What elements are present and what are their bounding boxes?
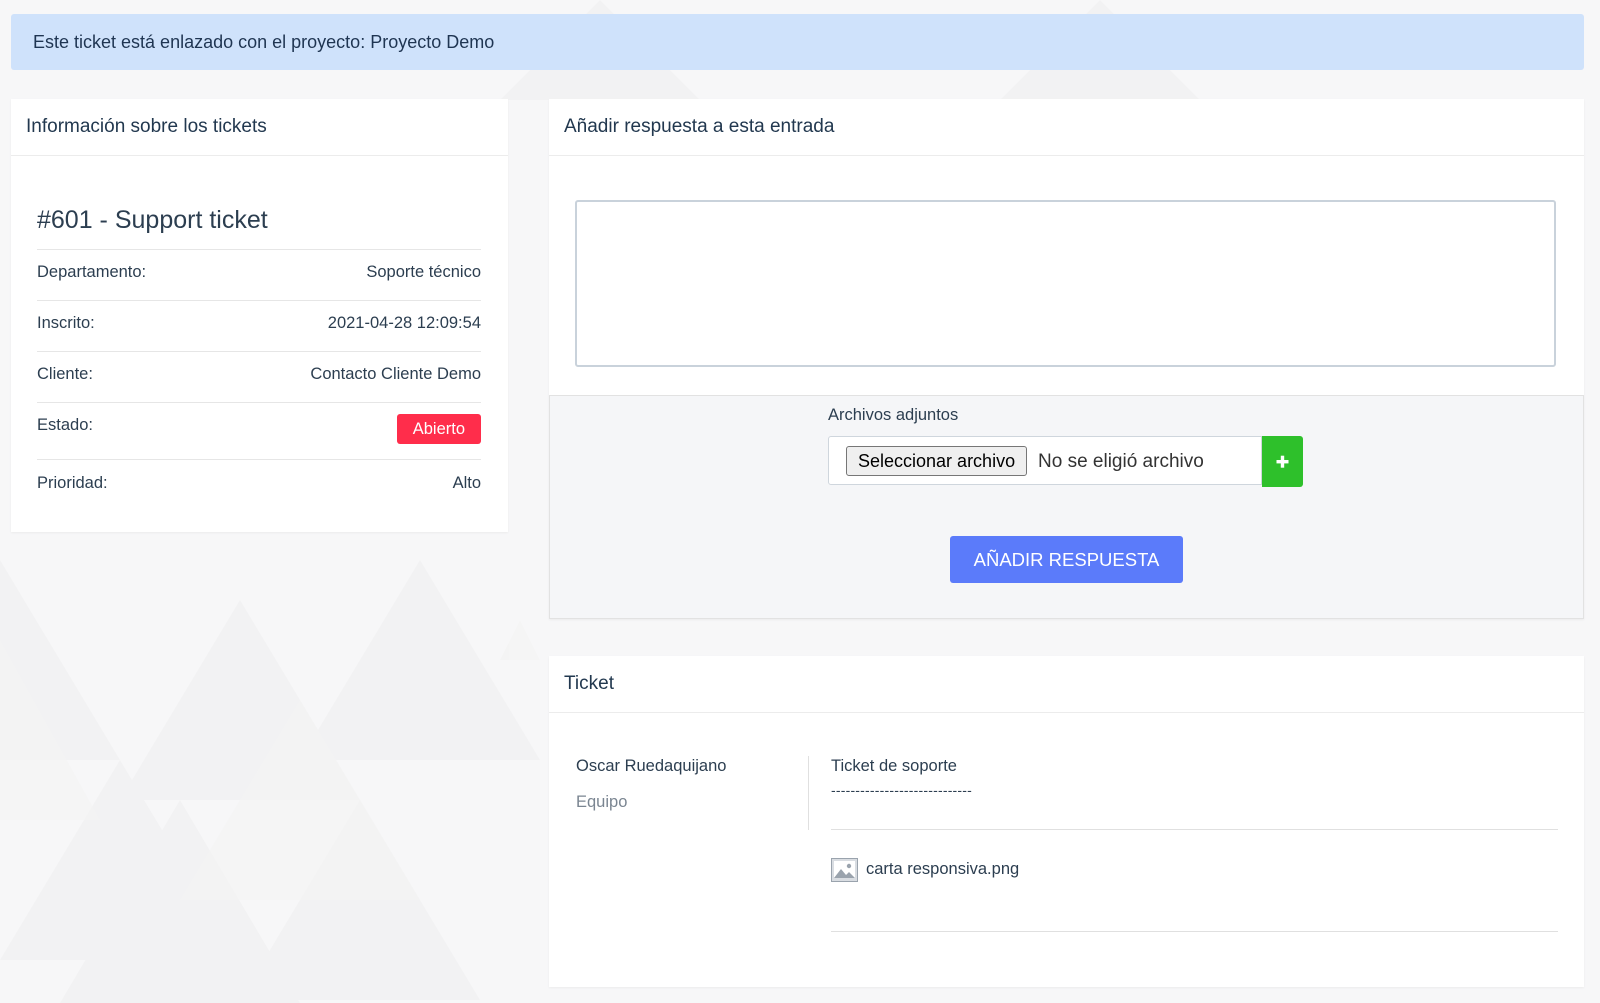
ticket-thread-heading: Ticket [549, 656, 1584, 713]
add-reply-button[interactable]: AÑADIR RESPUESTA [950, 536, 1183, 583]
message-hr [831, 829, 1558, 830]
submitted-value: 2021-04-28 12:09:54 [327, 314, 481, 332]
department-label: Departamento: [37, 263, 147, 281]
divider [37, 459, 481, 460]
department-value: Soporte técnico [366, 263, 481, 281]
status-badge: Abierto [396, 414, 481, 444]
client-label: Cliente: [37, 365, 93, 383]
attachment-link[interactable]: carta responsiva.png [866, 860, 1019, 879]
priority-label: Prioridad: [37, 474, 108, 492]
status-value: Abierto [396, 414, 481, 444]
select-file-button[interactable]: Seleccionar archivo [846, 446, 1028, 476]
message-body: Ticket de soporte [831, 757, 957, 775]
info-row-status: Estado: Abierto [37, 414, 481, 446]
ticket-thread-panel: Ticket Oscar Ruedaquijano Equipo Ticket … [549, 656, 1584, 987]
message-hr [831, 931, 1558, 932]
file-input[interactable]: Seleccionar archivo No se eligió archivo [828, 436, 1262, 485]
alert-text: Este ticket está enlazado con el proyect… [33, 32, 495, 52]
divider [37, 351, 481, 352]
message-author: Oscar Ruedaquijano [576, 757, 727, 775]
plus-icon [1276, 455, 1289, 468]
reply-textarea[interactable] [575, 200, 1556, 367]
divider [37, 402, 481, 403]
file-status: No se eligió archivo [1038, 451, 1204, 472]
project-link-alert: Este ticket está enlazado con el proyect… [11, 14, 1584, 70]
reply-heading: Añadir respuesta a esta entrada [549, 99, 1584, 156]
ticket-info-panel: Información sobre los tickets #601 - Sup… [11, 99, 508, 532]
message-divider [808, 756, 809, 830]
priority-value: Alto [452, 474, 481, 492]
attachments-label: Archivos adjuntos [828, 406, 959, 424]
ticket-info-heading: Información sobre los tickets [11, 99, 508, 156]
add-attachment-button[interactable] [1262, 436, 1303, 487]
client-value: Contacto Cliente Demo [310, 365, 481, 383]
divider [37, 249, 481, 250]
divider [37, 300, 481, 301]
ticket-title: #601 - Support ticket [37, 206, 268, 234]
message-author-role: Equipo [576, 793, 628, 811]
reply-footer [549, 395, 1584, 619]
message-separator: ----------------------------- [831, 782, 973, 798]
image-file-icon [831, 858, 858, 882]
submitted-label: Inscrito: [37, 314, 95, 332]
status-label: Estado: [37, 416, 93, 434]
